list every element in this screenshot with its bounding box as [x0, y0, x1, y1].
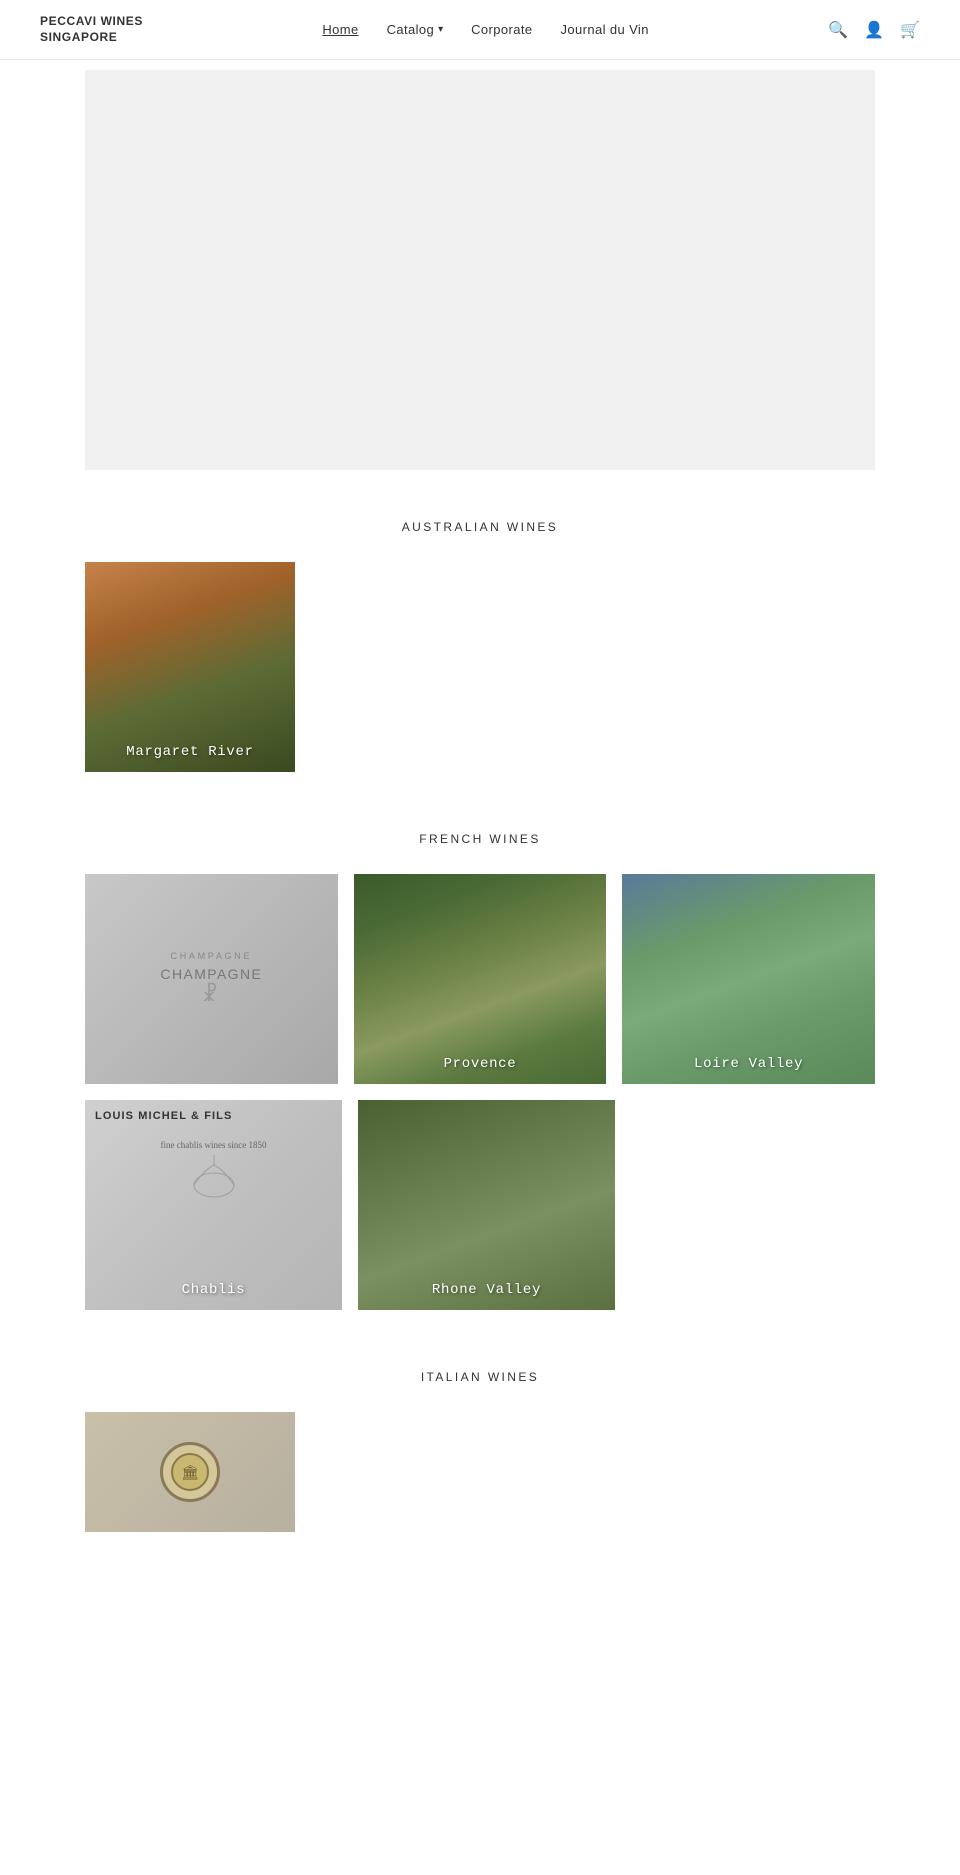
provence-card[interactable]: Provence	[354, 874, 607, 1084]
italian-section-title: ITALIAN WINES	[85, 1370, 875, 1384]
nav-catalog[interactable]: Catalog	[387, 22, 435, 37]
margaret-river-card[interactable]: Margaret River	[85, 562, 295, 772]
chablis-label: Chablis	[85, 1270, 342, 1310]
champagne-text-overlay: CHAMPAGNE Champagne ☧	[160, 951, 262, 1007]
header-icons: 🔍 👤 🛒	[828, 20, 920, 40]
champagne-card[interactable]: CHAMPAGNE Champagne ☧	[85, 874, 338, 1084]
site-header: PECCAVI WINES SINGAPORE Home Catalog ▾ C…	[0, 0, 960, 60]
main-nav: Home Catalog ▾ Corporate Journal du Vin	[322, 22, 649, 37]
chablis-illustration	[95, 1155, 332, 1205]
italian-card-1[interactable]: 🏛	[85, 1412, 295, 1532]
loire-valley-card[interactable]: Loire Valley	[622, 874, 875, 1084]
champagne-label: Champagne	[160, 966, 262, 982]
rhone-label: Rhone Valley	[358, 1270, 615, 1310]
australian-grid: Margaret River	[85, 562, 875, 772]
australian-wines-section: AUSTRALIAN WINES Margaret River	[85, 520, 875, 772]
rhone-valley-card[interactable]: Rhone Valley	[358, 1100, 615, 1310]
french-section-title: FRENCH WINES	[85, 832, 875, 846]
brand-logo[interactable]: PECCAVI WINES SINGAPORE	[40, 14, 143, 45]
search-icon[interactable]: 🔍	[828, 20, 848, 40]
french-grid-row2: LOUIS MICHEL & FILS fine chablis wines s…	[85, 1100, 615, 1310]
svg-text:🏛: 🏛	[181, 1464, 199, 1480]
hero-banner	[85, 70, 875, 470]
loire-label: Loire Valley	[622, 1044, 875, 1084]
nav-home[interactable]: Home	[322, 22, 358, 37]
nav-journal[interactable]: Journal du Vin	[560, 22, 648, 37]
margaret-river-label: Margaret River	[85, 732, 295, 772]
chablis-brand-text: LOUIS MICHEL & FILS	[95, 1110, 332, 1122]
chablis-subtitle: fine chablis wines since 1850	[95, 1140, 332, 1150]
swirl-decoration: ☧	[202, 984, 221, 1006]
nav-corporate[interactable]: Corporate	[471, 22, 532, 37]
provence-label: Provence	[354, 1044, 607, 1084]
chevron-down-icon: ▾	[438, 24, 443, 35]
italian-wines-section: ITALIAN WINES 🏛	[85, 1370, 875, 1532]
nav-catalog-container: Catalog ▾	[387, 22, 444, 37]
cart-icon[interactable]: 🛒	[900, 20, 920, 40]
french-wines-section: FRENCH WINES CHAMPAGNE Champagne ☧ Prove…	[85, 832, 875, 1310]
french-grid-row1: CHAMPAGNE Champagne ☧ Provence Loire Val…	[85, 874, 875, 1084]
italian-grid: 🏛	[85, 1412, 875, 1532]
account-icon[interactable]: 👤	[864, 20, 884, 40]
australian-section-title: AUSTRALIAN WINES	[85, 520, 875, 534]
chablis-card[interactable]: LOUIS MICHEL & FILS fine chablis wines s…	[85, 1100, 342, 1310]
italian-badge-icon: 🏛	[160, 1442, 220, 1502]
